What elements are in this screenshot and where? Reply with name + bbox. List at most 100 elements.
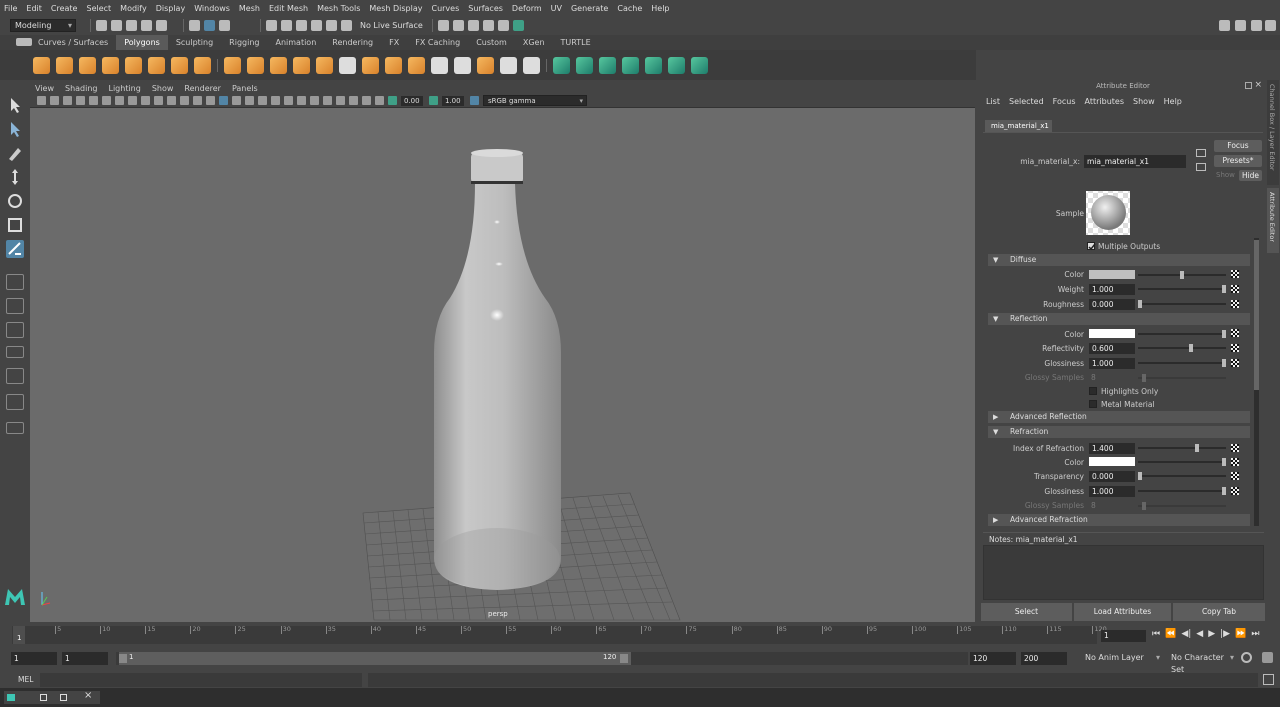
gamma-icon[interactable] [429,96,438,105]
single-perspective-layout-icon[interactable] [6,274,24,290]
index-of-refraction-slider[interactable] [1138,447,1226,449]
slider-knob[interactable] [1222,330,1226,338]
snap-point-icon[interactable] [296,19,307,31]
range-end-handle[interactable] [620,654,628,663]
slider-knob[interactable] [1222,359,1226,367]
scrollbar[interactable] [1254,238,1259,526]
use-all-lights-icon[interactable] [258,96,267,105]
shelf-tab-custom[interactable]: Custom [468,35,515,50]
snap-view-icon[interactable] [311,19,322,31]
render-icon[interactable] [467,19,479,31]
wireframe-icon[interactable] [206,96,215,105]
shelf-tab-sculpting[interactable]: Sculpting [168,35,221,50]
menu-file[interactable]: File [4,4,17,13]
ae-menu-help[interactable]: Help [1164,97,1182,106]
slider-knob[interactable] [1222,285,1226,293]
step-back-key-icon[interactable]: ⏪ [1165,629,1176,639]
custom-layout-icon[interactable] [6,422,24,434]
load-attributes-button[interactable]: Load Attributes [1074,603,1171,621]
spherical-mapping-icon[interactable] [599,56,616,74]
last-tool-icon[interactable] [6,240,24,258]
play-back-icon[interactable]: ◀ [1196,629,1203,639]
safe-action-icon[interactable] [180,96,189,105]
cylindrical-mapping-icon[interactable] [576,56,593,74]
persp-outliner-layout-icon[interactable] [6,322,24,338]
history-icon[interactable] [437,19,449,31]
map-button-icon[interactable] [1231,300,1239,308]
advanced-reflection-section-header[interactable]: ▶ Advanced Reflection [988,411,1250,423]
shelf-tab-xgen[interactable]: XGen [515,35,553,50]
bookmarks-icon[interactable] [63,96,72,105]
xray-components-icon[interactable] [375,96,384,105]
diffuse-roughness-field[interactable]: 0.000 [1089,299,1135,310]
go-to-output-icon[interactable] [1196,163,1206,171]
mel-label[interactable]: MEL [18,675,33,684]
shelf-tab-fx-caching[interactable]: FX Caching [407,35,468,50]
insert-edge-loop-icon[interactable] [431,56,448,74]
four-view-layout-icon[interactable] [6,298,24,314]
bevel-icon[interactable] [408,56,425,74]
snap-surface-icon[interactable] [326,19,337,31]
ae-menu-selected[interactable]: Selected [1009,97,1044,106]
diffuse-color-swatch[interactable] [1089,270,1135,279]
gate-mask-icon[interactable] [154,96,163,105]
menu-windows[interactable]: Windows [194,4,230,13]
close-panel-icon[interactable]: × [1254,80,1262,90]
playback-start-field[interactable]: 1 [62,652,108,665]
smooth-icon[interactable] [293,56,310,74]
shadows-icon[interactable] [271,96,280,105]
hypershade-icon[interactable] [512,19,524,31]
slider-knob[interactable] [1138,300,1142,308]
range-bar[interactable]: 1 120 [116,652,968,665]
exposure-icon[interactable] [388,96,397,105]
menu-curves[interactable]: Curves [431,4,459,13]
step-forward-frame-icon[interactable]: |▶ [1220,629,1230,639]
open-scene-icon[interactable] [111,19,122,31]
color-management-icon[interactable] [470,96,479,105]
scene-start-field[interactable]: 1 [11,652,57,665]
grease-pencil-icon[interactable] [102,96,111,105]
map-button-icon[interactable] [1231,472,1239,480]
map-button-icon[interactable] [1231,285,1239,293]
render-view-icon[interactable] [452,19,464,31]
viewport-menu-view[interactable]: View [35,84,54,93]
menu-display[interactable]: Display [156,4,186,13]
minimized-window-tab[interactable]: × [4,690,100,704]
target-weld-icon[interactable] [500,56,517,74]
character-set-dropdown[interactable]: No Character Set [1167,652,1237,674]
auto-key-icon[interactable] [1241,652,1252,663]
menu-edit[interactable]: Edit [26,4,42,13]
map-button-icon[interactable] [1231,344,1239,352]
two-d-pan-icon[interactable] [89,96,98,105]
uv-editor-icon[interactable] [668,56,685,74]
select-object-icon[interactable] [204,19,215,31]
poly-cube-icon[interactable] [56,56,73,74]
isolate-select-icon[interactable] [336,96,345,105]
render-settings-icon[interactable] [497,19,509,31]
close-icon[interactable]: × [84,690,92,701]
ae-menu-list[interactable]: List [986,97,1000,106]
shelf-tab-rendering[interactable]: Rendering [324,35,381,50]
transparency-slider[interactable] [1138,475,1226,477]
undo-icon[interactable] [141,19,152,31]
lasso-tool-icon[interactable] [6,120,24,138]
uv-layout-icon[interactable] [691,56,708,74]
snap-curve-icon[interactable] [281,19,292,31]
channel-box-side-tab[interactable]: Channel Box / Layer Editor [1267,80,1279,185]
refraction-section-header[interactable]: ▼ Refraction [988,426,1250,438]
refraction-color-slider[interactable] [1138,461,1226,463]
shelf-tab-animation[interactable]: Animation [267,35,324,50]
planar-mapping-icon[interactable] [553,56,570,74]
diffuse-weight-slider[interactable] [1138,288,1226,290]
attribute-editor-side-tab[interactable]: Attribute Editor [1267,188,1279,253]
reflection-glossiness-slider[interactable] [1138,362,1226,364]
select-button[interactable]: Select [981,603,1072,621]
slider-knob[interactable] [1222,458,1226,466]
safe-title-icon[interactable] [193,96,202,105]
multisample-aa-icon[interactable] [310,96,319,105]
map-button-icon[interactable] [1231,359,1239,367]
film-gate-icon[interactable] [128,96,137,105]
animation-preferences-icon[interactable] [1262,652,1273,663]
node-name-field[interactable]: mia_material_x1 [1084,155,1186,168]
live-surface-icon[interactable] [341,19,352,31]
